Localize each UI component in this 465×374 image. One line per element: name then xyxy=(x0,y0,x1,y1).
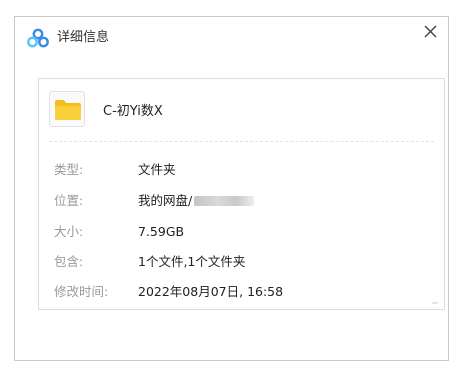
file-name: C-初Yi数X xyxy=(103,104,163,119)
detail-label: 修改时间: xyxy=(54,284,109,299)
detail-value: 2022年08月07日, 16:58 xyxy=(138,284,284,299)
detail-value: 我的网盘/ xyxy=(138,193,193,208)
detail-label: 类型: xyxy=(54,162,84,177)
dialog-title: 详细信息 xyxy=(57,30,110,45)
folder-icon xyxy=(55,100,81,120)
scroll-indicator xyxy=(432,302,438,304)
detail-value: 1个文件,1个文件夹 xyxy=(138,254,246,269)
detail-label: 包含: xyxy=(54,254,84,269)
detail-label: 位置: xyxy=(54,193,84,208)
close-button[interactable] xyxy=(422,23,440,41)
baidu-netdisk-cloud-icon xyxy=(27,28,49,48)
detail-value: 文件夹 xyxy=(138,162,176,177)
divider xyxy=(49,141,434,142)
dialog-titlebar: 详细信息 xyxy=(15,17,448,59)
details-dialog: 详细信息 C-初Yi数X 类型: 文件夹 位置: 我的网盘/ 大小: 7.59G… xyxy=(14,16,449,361)
detail-value: 7.59GB xyxy=(138,224,185,239)
close-icon[interactable] xyxy=(422,23,440,41)
detail-label: 大小: xyxy=(54,224,84,239)
file-info-card: C-初Yi数X 类型: 文件夹 位置: 我的网盘/ 大小: 7.59GB 包含:… xyxy=(38,78,445,310)
detail-value-wrap: 我的网盘/ xyxy=(138,191,255,211)
redacted-path xyxy=(194,196,255,206)
file-thumbnail xyxy=(49,91,85,127)
